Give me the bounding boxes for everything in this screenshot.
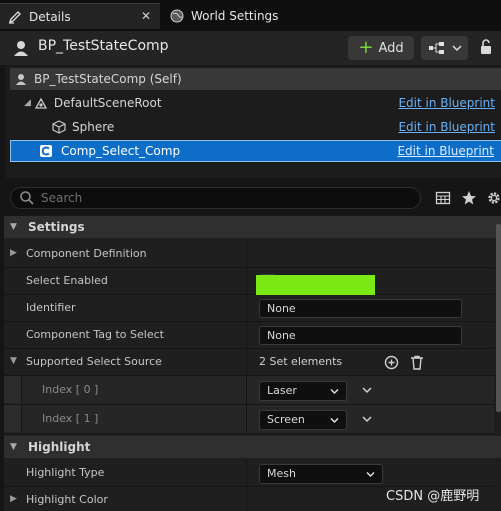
tree-item-label: Sphere bbox=[72, 120, 115, 134]
cube-icon bbox=[52, 120, 66, 134]
watermark: CSDN @鹿野明 bbox=[386, 489, 480, 504]
tree-item-comp-select-comp[interactable]: Comp_Select_Comp Edit in Blueprint bbox=[10, 140, 501, 162]
expand-arrow-icon[interactable]: ▶ bbox=[10, 494, 17, 504]
blueprint-options-button[interactable] bbox=[421, 36, 468, 60]
chevron-down-icon[interactable] bbox=[362, 414, 372, 424]
collapse-arrow-icon: ▼ bbox=[10, 222, 17, 232]
highlight-category[interactable]: ▼ Highlight bbox=[4, 436, 501, 458]
tab-bar: Details ✕ World Settings bbox=[0, 0, 501, 31]
property-name: Component Definition bbox=[26, 247, 147, 260]
actor-icon bbox=[16, 74, 26, 85]
search-placeholder: Search bbox=[41, 191, 83, 205]
table-view-icon[interactable] bbox=[435, 190, 451, 206]
lock-icon[interactable] bbox=[478, 39, 494, 55]
property-row-component-tag: Component Tag to Select None bbox=[4, 322, 494, 349]
chevron-down-icon[interactable] bbox=[362, 385, 372, 395]
collapse-arrow-icon: ▼ bbox=[10, 442, 17, 452]
trash-icon[interactable] bbox=[410, 355, 424, 370]
property-row-identifier: Identifier None bbox=[4, 295, 494, 322]
component-tag-field[interactable]: None bbox=[259, 326, 462, 345]
blueprint-actor-icon bbox=[14, 41, 28, 56]
tab-details-label: Details bbox=[29, 9, 71, 24]
tab-world-settings[interactable]: World Settings bbox=[162, 3, 292, 29]
plus-icon: + bbox=[358, 37, 374, 58]
details-header: BP_TestStateComp + Add bbox=[0, 31, 501, 65]
component-tree: BP_TestStateComp (Self) ◢ DefaultSceneRo… bbox=[6, 66, 501, 178]
chevron-down-icon bbox=[330, 417, 339, 424]
tree-item-sphere[interactable]: Sphere Edit in Blueprint bbox=[10, 116, 501, 138]
highlight-color-swatch[interactable] bbox=[256, 275, 375, 295]
property-row-index-1: Index [ 1 ] Screen bbox=[4, 405, 494, 434]
chevron-down-icon bbox=[330, 388, 339, 395]
tree-item-self[interactable]: BP_TestStateComp (Self) bbox=[10, 68, 501, 90]
add-component-button[interactable]: + Add bbox=[348, 36, 414, 60]
column-divider[interactable] bbox=[246, 295, 247, 322]
chevron-down-icon bbox=[366, 471, 375, 478]
category-label: Highlight bbox=[28, 440, 91, 454]
highlight-type-combo[interactable]: Mesh bbox=[259, 464, 383, 484]
property-name: Component Tag to Select bbox=[26, 328, 164, 341]
column-divider[interactable] bbox=[246, 241, 247, 268]
indent-gutter bbox=[4, 405, 22, 432]
column-divider[interactable] bbox=[246, 405, 247, 434]
edit-in-blueprint-link[interactable]: Edit in Blueprint bbox=[398, 96, 495, 110]
property-name: Index [ 1 ] bbox=[42, 412, 99, 425]
combo-value: Mesh bbox=[267, 467, 296, 480]
add-button-label: Add bbox=[378, 40, 404, 56]
column-divider[interactable] bbox=[246, 376, 247, 405]
gear-icon[interactable] bbox=[486, 190, 501, 206]
add-element-icon[interactable] bbox=[384, 355, 399, 370]
property-name: Highlight Type bbox=[26, 466, 105, 479]
property-name: Highlight Color bbox=[26, 493, 108, 506]
collapse-arrow-icon[interactable]: ▼ bbox=[10, 356, 17, 366]
category-label: Settings bbox=[28, 220, 85, 234]
property-name: Supported Select Source bbox=[26, 355, 162, 368]
property-row-supported-select-source: ▼ Supported Select Source 2 Set elements bbox=[4, 349, 494, 376]
property-name: Identifier bbox=[26, 301, 76, 314]
property-row-highlight-type: Highlight Type Mesh bbox=[4, 460, 494, 487]
set-element-count: 2 Set elements bbox=[259, 355, 343, 368]
property-row-index-0: Index [ 0 ] Laser bbox=[4, 376, 494, 405]
property-row-component-definition: ▶ Component Definition bbox=[4, 241, 494, 268]
edit-in-blueprint-link[interactable]: Edit in Blueprint bbox=[397, 144, 494, 158]
column-divider[interactable] bbox=[246, 487, 247, 511]
property-name: Select Enabled bbox=[26, 274, 108, 287]
close-icon[interactable]: ✕ bbox=[141, 9, 151, 23]
scene-root-icon bbox=[34, 97, 48, 109]
combo-value: Laser bbox=[267, 384, 297, 397]
component-c-icon bbox=[40, 145, 52, 157]
tree-item-label: Comp_Select_Comp bbox=[61, 144, 181, 158]
expand-arrow-icon[interactable]: ▶ bbox=[10, 248, 17, 258]
identifier-field[interactable]: None bbox=[259, 299, 462, 318]
tree-item-label: DefaultSceneRoot bbox=[53, 96, 162, 110]
tab-world-settings-label: World Settings bbox=[191, 9, 279, 23]
indent-gutter bbox=[4, 376, 22, 403]
combo-value: Screen bbox=[267, 413, 305, 426]
property-row-select-enabled: Select Enabled bbox=[4, 268, 494, 295]
tab-details[interactable]: Details ✕ bbox=[0, 3, 160, 29]
edit-in-blueprint-link[interactable]: Edit in Blueprint bbox=[398, 120, 495, 134]
tree-item-default-scene-root[interactable]: ◢ DefaultSceneRoot Edit in Blueprint bbox=[10, 92, 501, 114]
column-divider[interactable] bbox=[246, 460, 247, 487]
star-icon[interactable] bbox=[461, 190, 477, 206]
blueprint-title: BP_TestStateComp bbox=[38, 38, 169, 54]
index-1-combo[interactable]: Screen bbox=[259, 410, 347, 430]
pencil-icon bbox=[7, 9, 23, 25]
index-0-combo[interactable]: Laser bbox=[259, 381, 347, 401]
search-icon bbox=[20, 191, 34, 205]
collapse-arrow-icon: ◢ bbox=[24, 98, 31, 108]
column-divider[interactable] bbox=[246, 349, 247, 376]
properties-panel: ▼ Settings ▶ Component Definition Select… bbox=[4, 216, 501, 511]
hierarchy-icon bbox=[428, 42, 444, 54]
scrollbar[interactable] bbox=[496, 224, 501, 412]
column-divider[interactable] bbox=[246, 322, 247, 349]
column-divider[interactable] bbox=[246, 268, 247, 295]
search-row: Search bbox=[0, 183, 501, 213]
tree-item-self-label: BP_TestStateComp (Self) bbox=[34, 72, 182, 86]
chevron-down-icon bbox=[451, 45, 462, 52]
settings-category[interactable]: ▼ Settings bbox=[4, 216, 501, 238]
property-name: Index [ 0 ] bbox=[42, 383, 99, 396]
search-input[interactable]: Search bbox=[10, 187, 421, 209]
globe-icon bbox=[169, 8, 185, 24]
